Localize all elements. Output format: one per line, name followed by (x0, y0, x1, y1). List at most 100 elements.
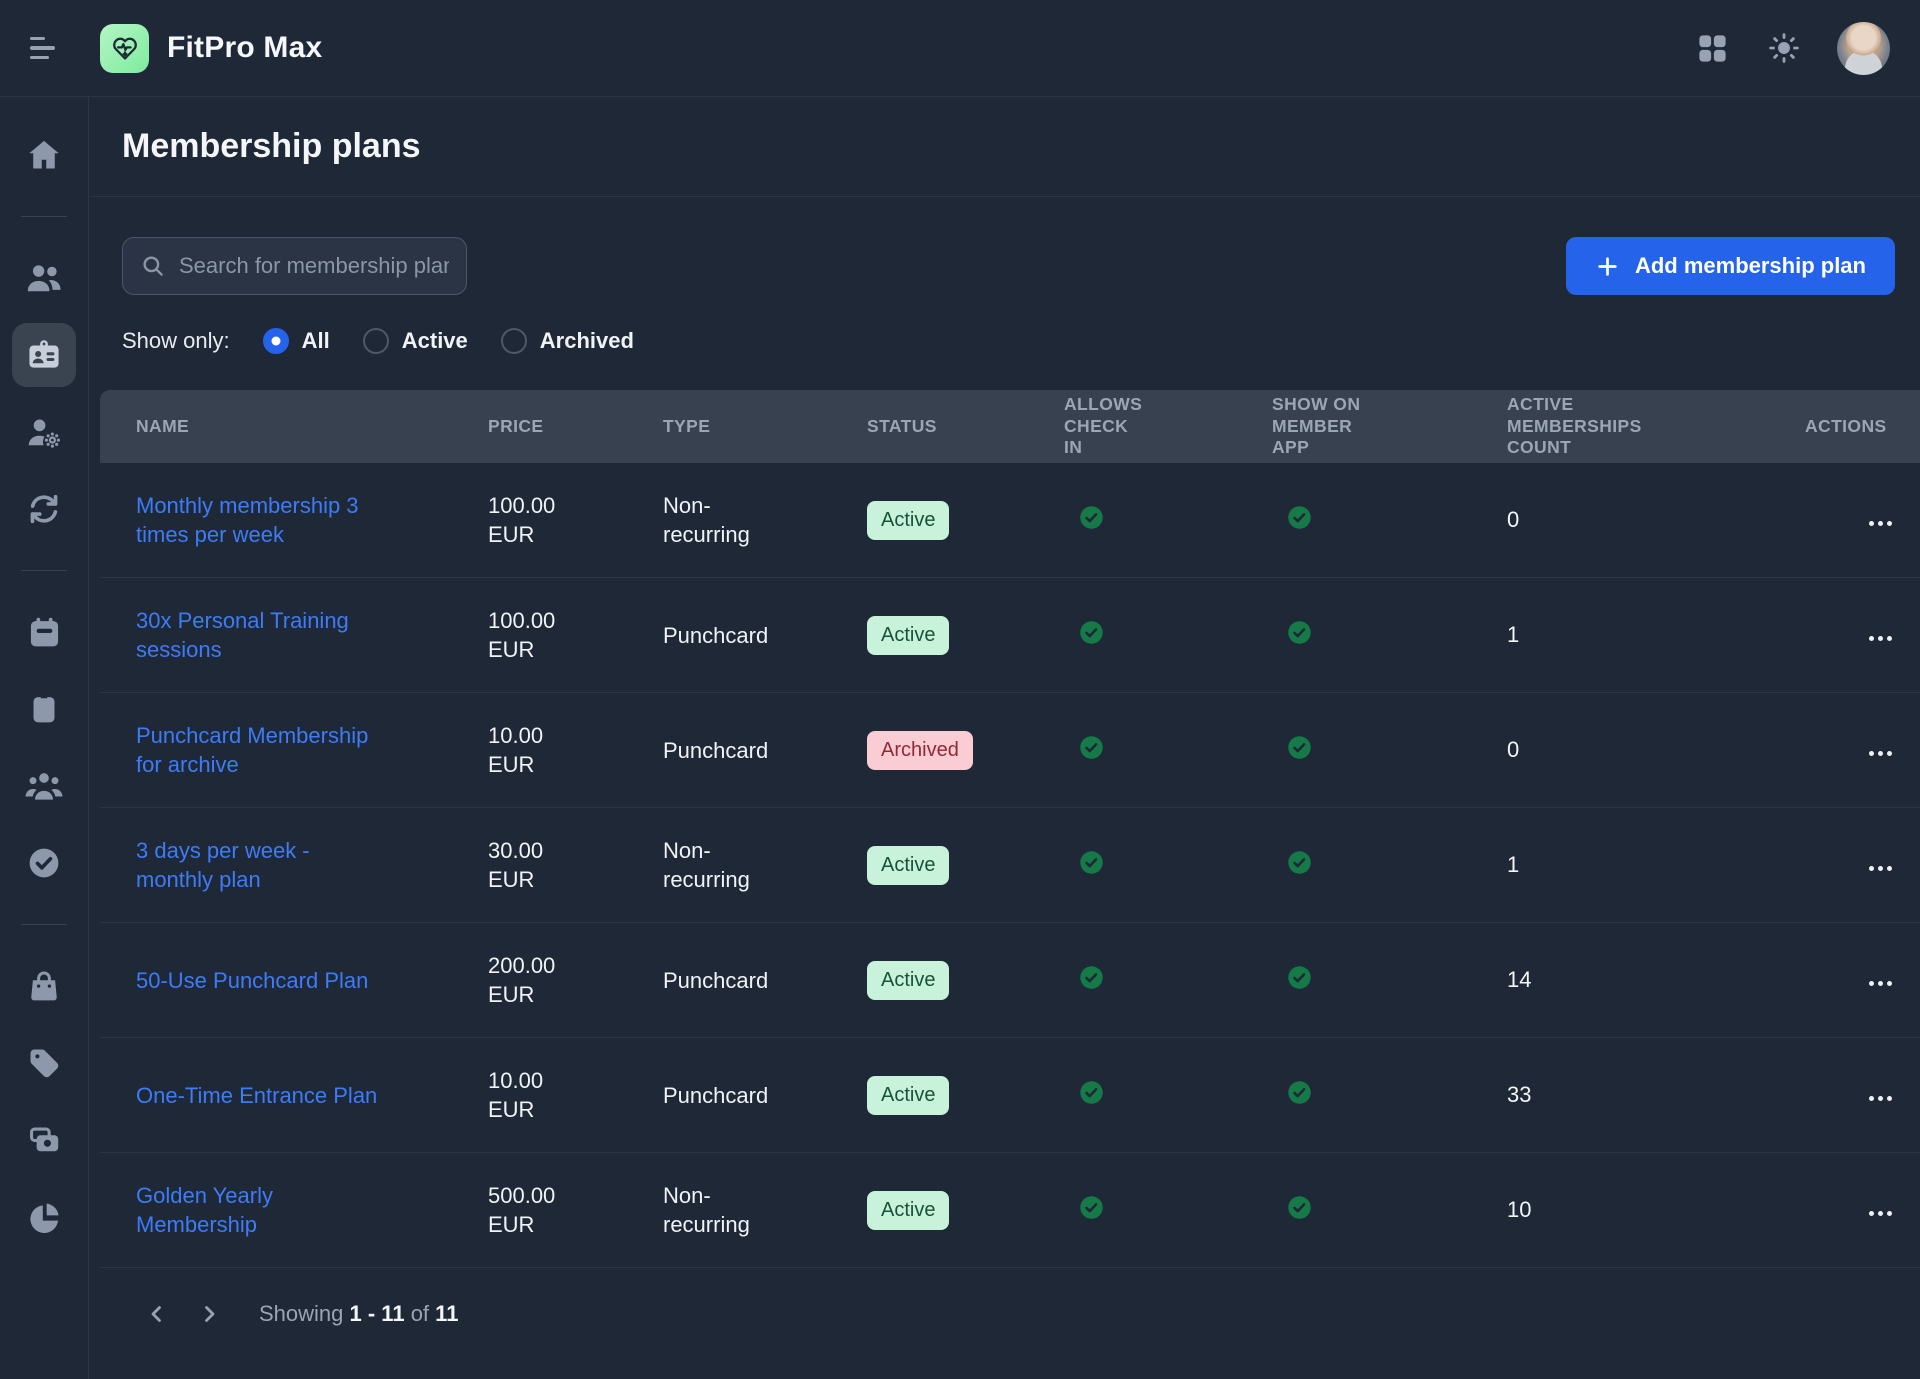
row-actions-button[interactable] (1861, 973, 1900, 994)
plan-price: 100.00 EUR (488, 491, 583, 549)
plan-name-link[interactable]: 50-Use Punchcard Plan (136, 966, 368, 995)
sidebar-item-clipboard[interactable] (12, 677, 76, 741)
home-icon (26, 137, 62, 173)
search-input[interactable] (179, 253, 449, 279)
sidebar-divider (21, 924, 67, 925)
table-row: 3 days per week - monthly plan 30.00 EUR… (100, 808, 1920, 923)
column-header-allows-check-in: ALLOWS CHECK IN (1028, 394, 1236, 460)
check-in-allowed-icon (1078, 1079, 1105, 1106)
plan-name-link[interactable]: 30x Personal Training sessions (136, 606, 392, 664)
column-header-actions: ACTIONS (1769, 416, 1920, 438)
search-icon (140, 253, 166, 279)
check-in-allowed-icon (1078, 734, 1105, 761)
table-row: Monthly membership 3 times per week 100.… (100, 463, 1920, 578)
table-row: 50-Use Punchcard Plan 200.00 EUR Punchca… (100, 923, 1920, 1038)
column-header-show-on-member-app: SHOW ON MEMBER APP (1236, 394, 1471, 460)
status-badge: Active (867, 961, 949, 1000)
filters-label: Show only: (122, 328, 230, 354)
filter-radio-all[interactable]: All (263, 328, 330, 354)
next-page-icon[interactable] (191, 1296, 227, 1332)
sidebar-item-groups[interactable] (12, 754, 76, 818)
plan-name-link[interactable]: Golden Yearly Membership (136, 1181, 392, 1239)
filter-radio-label: Archived (540, 328, 634, 354)
plan-price: 200.00 EUR (488, 951, 583, 1009)
check-in-allowed-icon (1078, 504, 1105, 531)
status-badge: Active (867, 616, 949, 655)
active-memberships-count: 0 (1507, 737, 1519, 762)
row-actions-button[interactable] (1861, 628, 1900, 649)
heart-pulse-logo (100, 24, 149, 73)
status-badge: Archived (867, 731, 973, 770)
row-actions-button[interactable] (1861, 1203, 1900, 1224)
row-actions-button[interactable] (1861, 858, 1900, 879)
active-memberships-count: 0 (1507, 507, 1519, 532)
active-memberships-count: 1 (1507, 852, 1519, 877)
plan-type: Non-recurring (663, 1181, 789, 1239)
filter-radio-active[interactable]: Active (363, 328, 468, 354)
sidebar-item-payments[interactable] (12, 1108, 76, 1172)
sidebar-item-home[interactable] (12, 123, 76, 187)
sidebar-item-products[interactable] (12, 1031, 76, 1095)
sync-icon (25, 490, 63, 528)
radio-unselected-icon[interactable] (501, 328, 527, 354)
show-on-app-icon (1286, 504, 1313, 531)
status-badge: Active (867, 846, 949, 885)
sidebar-item-reports[interactable] (12, 1185, 76, 1249)
user-avatar[interactable] (1837, 22, 1890, 75)
row-actions-button[interactable] (1861, 513, 1900, 534)
show-on-app-icon (1286, 964, 1313, 991)
sidebar-item-membership-plans[interactable] (12, 323, 76, 387)
calendar-icon (26, 614, 63, 651)
check-in-allowed-icon (1078, 849, 1105, 876)
filter-radio-archived[interactable]: Archived (501, 328, 634, 354)
plus-icon (1595, 254, 1620, 279)
column-header-type: TYPE (627, 416, 831, 438)
plan-type: Punchcard (663, 736, 768, 765)
users-icon (25, 259, 63, 297)
plan-price: 100.00 EUR (488, 606, 583, 664)
filter-radio-label: Active (402, 328, 468, 354)
sidebar-item-calendar[interactable] (12, 600, 76, 664)
pagination-status: Showing 1 - 11 of 11 (259, 1301, 458, 1327)
show-on-app-icon (1286, 734, 1313, 761)
plan-name-link[interactable]: 3 days per week - monthly plan (136, 836, 392, 894)
sidebar-item-shop[interactable] (12, 954, 76, 1018)
sidebar-item-user-settings[interactable] (12, 400, 76, 464)
row-actions-button[interactable] (1861, 1088, 1900, 1109)
column-header-name: NAME (100, 416, 452, 438)
plan-name-link[interactable]: One-Time Entrance Plan (136, 1081, 377, 1110)
sidebar-item-attendance[interactable] (12, 831, 76, 895)
check-in-allowed-icon (1078, 1194, 1105, 1221)
sun-icon[interactable] (1767, 31, 1801, 65)
shopping-bag-icon (26, 968, 62, 1004)
prev-page-icon[interactable] (139, 1296, 175, 1332)
plan-price: 500.00 EUR (488, 1181, 583, 1239)
hamburger-menu-icon[interactable] (30, 28, 70, 68)
group-icon (24, 766, 64, 806)
plan-price: 10.00 EUR (488, 721, 583, 779)
table-body: Monthly membership 3 times per week 100.… (100, 463, 1920, 1268)
plan-type: Punchcard (663, 621, 768, 650)
radio-selected-icon[interactable] (263, 328, 289, 354)
plan-type: Punchcard (663, 966, 768, 995)
plan-name-link[interactable]: Punchcard Membership for archive (136, 721, 392, 779)
show-on-app-icon (1286, 1079, 1313, 1106)
table-row: Golden Yearly Membership 500.00 EUR Non-… (100, 1153, 1920, 1268)
column-header-status: STATUS (831, 416, 1028, 438)
tag-icon (26, 1045, 62, 1081)
active-memberships-count: 1 (1507, 622, 1519, 647)
table-row: Punchcard Membership for archive 10.00 E… (100, 693, 1920, 808)
column-header-active-memberships-count: ACTIVE MEMBERSHIPS COUNT (1471, 394, 1769, 460)
grid-apps-icon[interactable] (1694, 30, 1731, 67)
radio-unselected-icon[interactable] (363, 328, 389, 354)
add-membership-plan-button[interactable]: Add membership plan (1566, 237, 1895, 295)
sidebar-divider (21, 216, 67, 217)
sidebar-divider (21, 570, 67, 571)
plan-price: 10.00 EUR (488, 1066, 583, 1124)
row-actions-button[interactable] (1861, 743, 1900, 764)
user-gear-icon (25, 413, 63, 451)
sidebar-item-members[interactable] (12, 246, 76, 310)
plan-name-link[interactable]: Monthly membership 3 times per week (136, 491, 392, 549)
table-row: 30x Personal Training sessions 100.00 EU… (100, 578, 1920, 693)
sidebar-item-recurring[interactable] (12, 477, 76, 541)
